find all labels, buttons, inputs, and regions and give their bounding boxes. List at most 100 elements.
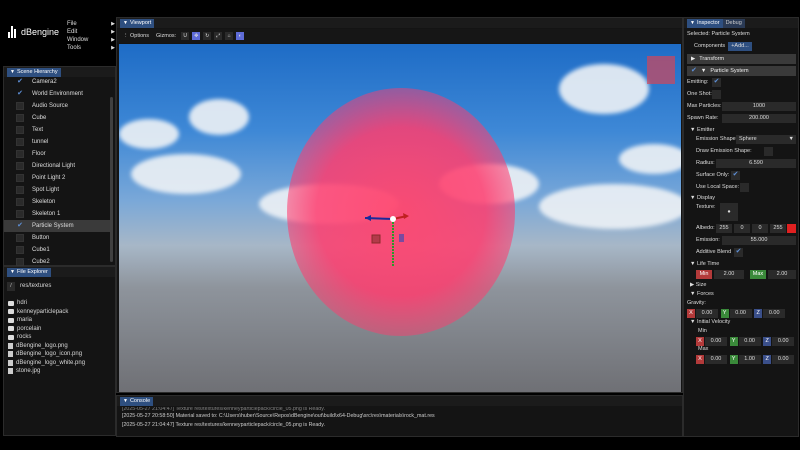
emitter-section[interactable]: ▼ Emitter (690, 127, 714, 133)
add-component-button[interactable]: +Add... (728, 42, 752, 51)
visibility-checkbox[interactable]: ✔ (16, 90, 24, 98)
visibility-checkbox[interactable] (16, 174, 24, 182)
visibility-checkbox[interactable] (16, 126, 24, 134)
hierarchy-item[interactable]: ✔ Camera2 (4, 76, 112, 88)
visibility-checkbox[interactable] (16, 186, 24, 194)
hierarchy-item[interactable]: Directional Light (4, 160, 112, 172)
collapse-icon[interactable]: ▼ (10, 268, 15, 277)
visibility-checkbox[interactable] (16, 138, 24, 146)
gizmo-button[interactable]: ⌂ (225, 32, 234, 40)
texture-slot[interactable]: ● (720, 203, 738, 221)
collapse-icon[interactable]: ▼ (123, 397, 128, 406)
hierarchy-item[interactable]: Spot Light (4, 184, 112, 196)
initial-velocity-section[interactable]: ▼ Initial Velocity (690, 319, 730, 325)
visibility-checkbox[interactable] (16, 150, 24, 158)
emission-field[interactable]: 55.000 (722, 236, 796, 245)
vector-field-y[interactable]: 0.00 (729, 309, 752, 318)
display-section[interactable]: ▼ Display (690, 195, 715, 201)
oneshot-checkbox[interactable] (712, 90, 721, 99)
vector-field-z[interactable]: 0.00 (772, 337, 795, 346)
vector-field-y[interactable]: 1.00 (738, 355, 761, 364)
file-item[interactable]: dBengine_logo_icon.png (8, 350, 85, 359)
file-item[interactable]: maria (8, 316, 85, 325)
vector-field-z[interactable]: 0.00 (763, 309, 786, 318)
collapse-icon[interactable]: ▼ (123, 19, 128, 28)
lifetime-min-field[interactable]: 2.00 (714, 270, 744, 279)
vector-field-x[interactable]: 0.00 (705, 337, 727, 346)
gizmo-button[interactable]: ✥ (192, 32, 201, 40)
scene-view[interactable] (119, 44, 681, 392)
draw-emission-checkbox[interactable] (764, 147, 773, 156)
surface-only-checkbox[interactable]: ✔ (731, 171, 740, 180)
tab-viewport[interactable]: ▼ Viewport (120, 18, 155, 28)
vector-field-x[interactable]: 0.00 (705, 355, 727, 364)
visibility-checkbox[interactable] (16, 246, 24, 254)
hierarchy-item[interactable]: Cube1 (4, 244, 112, 256)
gizmo-button[interactable]: U (181, 32, 190, 40)
file-item[interactable]: dBengine_logo_white.png (8, 359, 85, 368)
file-item[interactable]: stone.jpg (8, 367, 85, 376)
visibility-checkbox[interactable] (16, 210, 24, 218)
albedo-g[interactable]: 0 (734, 224, 750, 233)
hierarchy-item[interactable]: ✔ World Environment (4, 88, 112, 100)
albedo-a[interactable]: 255 (770, 224, 786, 233)
hierarchy-item[interactable]: Text (4, 124, 112, 136)
file-item[interactable]: kenneyparticlepack (8, 308, 85, 317)
lifetime-max-field[interactable]: 2.00 (768, 270, 796, 279)
visibility-checkbox[interactable] (16, 258, 24, 266)
hierarchy-item[interactable]: Skeleton (4, 196, 112, 208)
vector-field-y[interactable]: 0.00 (738, 337, 761, 346)
lifetime-section[interactable]: ▼ Life Time (690, 261, 719, 267)
hierarchy-scrollbar[interactable] (110, 97, 113, 262)
hierarchy-item[interactable]: Floor (4, 148, 112, 160)
radius-field[interactable]: 6.590 (716, 159, 796, 168)
albedo-r[interactable]: 255 (716, 224, 732, 233)
transform-gizmo[interactable] (119, 44, 681, 392)
options-button[interactable]: ⋮ Options (121, 32, 151, 41)
emission-shape-select[interactable]: Sphere ▼ (736, 135, 796, 144)
tab-console[interactable]: ▼ Console (120, 396, 154, 406)
max-particles-field[interactable]: 1000 (722, 102, 796, 111)
tab-debug[interactable]: Debug (722, 18, 745, 28)
gizmo-button[interactable]: ⤢ (214, 32, 223, 40)
albedo-b[interactable]: 0 (752, 224, 768, 233)
menu-file[interactable]: File ▶ (67, 20, 115, 28)
menu-window[interactable]: Window ▶ (67, 36, 115, 44)
hierarchy-item[interactable]: tunnel (4, 136, 112, 148)
additive-checkbox[interactable]: ✔ (734, 248, 743, 257)
gizmo-button[interactable]: ↻ (203, 32, 212, 40)
transform-header[interactable]: ▶ Transform (687, 54, 796, 64)
vector-field-x[interactable]: 0.00 (696, 309, 718, 318)
visibility-checkbox[interactable] (16, 114, 24, 122)
file-item[interactable]: porcelain (8, 325, 85, 334)
hierarchy-item[interactable]: ✔ Particle System (4, 220, 112, 232)
file-item[interactable]: rocks (8, 333, 85, 342)
emitting-checkbox[interactable]: ✔ (712, 78, 721, 87)
use-local-checkbox[interactable] (740, 183, 749, 192)
albedo-color-swatch[interactable] (787, 224, 796, 233)
visibility-checkbox[interactable] (16, 162, 24, 170)
menu-tools[interactable]: Tools ▶ (67, 44, 115, 52)
up-directory-button[interactable]: / (7, 281, 15, 291)
file-item[interactable]: dBengine_logo.png (8, 342, 85, 351)
tab-inspector[interactable]: ▼ Inspector (687, 18, 723, 28)
visibility-checkbox[interactable]: ✔ (16, 222, 24, 230)
vector-field-z[interactable]: 0.00 (772, 355, 795, 364)
size-section[interactable]: ▶ Size (690, 282, 706, 288)
file-item[interactable]: hdri (8, 299, 85, 308)
particle-system-header[interactable]: ✔ ▼ Particle System (687, 66, 796, 76)
collapse-icon[interactable]: ▼ (690, 19, 695, 28)
visibility-checkbox[interactable] (16, 198, 24, 206)
visibility-checkbox[interactable] (16, 102, 24, 110)
enabled-check-icon[interactable]: ✔ (691, 67, 697, 75)
menu-edit[interactable]: Edit ▶ (67, 28, 115, 36)
gizmo-button[interactable]: ◐ (236, 32, 245, 40)
hierarchy-item[interactable]: Button (4, 232, 112, 244)
spawn-rate-field[interactable]: 200.000 (722, 114, 796, 123)
forces-section[interactable]: ▼ Forces (690, 291, 714, 297)
visibility-checkbox[interactable]: ✔ (16, 78, 24, 86)
visibility-checkbox[interactable] (16, 234, 24, 242)
hierarchy-item[interactable]: Skeleton 1 (4, 208, 112, 220)
hierarchy-item[interactable]: Audio Source (4, 100, 112, 112)
hierarchy-item[interactable]: Cube (4, 112, 112, 124)
